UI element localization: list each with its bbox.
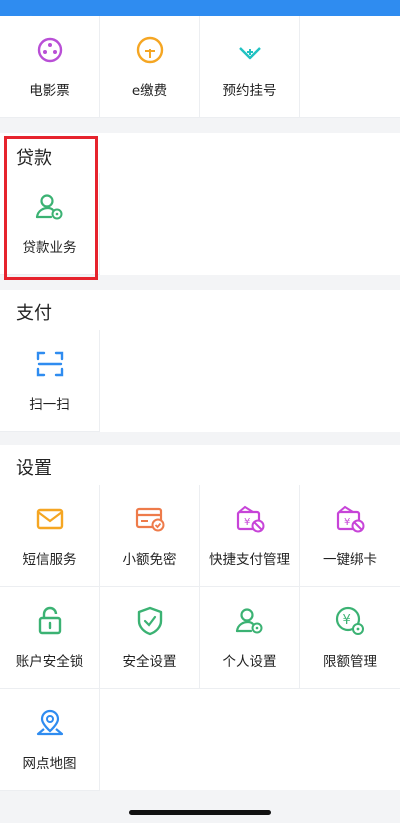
- wallet-block-icon: ¥: [236, 505, 265, 533]
- film-icon: [37, 37, 63, 63]
- grid-item-label: 电影票: [29, 83, 70, 99]
- grid-item-security-settings[interactable]: 安全设置: [100, 587, 200, 689]
- grid-item-label: 安全设置: [122, 654, 177, 670]
- highlight-box: [4, 136, 98, 280]
- grid-item-label: 扫一扫: [29, 397, 70, 413]
- medical-plus-icon: [239, 47, 261, 60]
- grid-item-branch-map[interactable]: 网点地图: [0, 689, 100, 791]
- map-pin-icon: [36, 709, 64, 736]
- grid-item-small-password-free[interactable]: 小额免密: [100, 485, 200, 587]
- envelope-icon: [36, 508, 64, 530]
- grid-item-label: e缴费: [131, 83, 168, 99]
- grid-item-quick-pay-manage[interactable]: ¥ 快捷支付管理: [200, 485, 300, 587]
- scan-icon: [36, 351, 64, 377]
- grid-item-scan[interactable]: 扫一扫: [0, 330, 100, 432]
- home-indicator[interactable]: [129, 810, 271, 815]
- grid-item-one-click-bind-card[interactable]: ¥ 一键绑卡: [300, 485, 400, 587]
- user-gear-icon: [235, 608, 263, 634]
- section-top-row: 电影票 e缴费 预约挂号: [0, 16, 400, 118]
- grid-item-label: 一键绑卡: [323, 552, 377, 568]
- grid-item-movie-ticket[interactable]: 电影票: [0, 16, 100, 118]
- grid-item-label: 小额免密: [122, 552, 177, 568]
- grid-item-sms-service[interactable]: 短信服务: [0, 485, 100, 587]
- svg-text:¥: ¥: [244, 517, 250, 528]
- shield-check-icon: [137, 606, 163, 636]
- card-check-icon: [135, 507, 165, 532]
- grid-item-label: 限额管理: [323, 654, 377, 670]
- lock-icon: [38, 606, 62, 635]
- grid-item-label: 预约挂号: [222, 83, 277, 99]
- grid-item-account-lock[interactable]: 账户安全锁: [0, 587, 100, 689]
- section-title-settings: 设置: [16, 458, 52, 479]
- grid-item-label: 个人设置: [222, 654, 277, 670]
- svg-text:¥: ¥: [343, 613, 351, 628]
- svg-text:¥: ¥: [344, 517, 350, 528]
- yuan-coin-icon: [136, 36, 164, 64]
- section-settings: 设置 短信服务 小额免密 ¥ 快捷支付管理 ¥ 一键绑卡 账户安全锁 安全设置 …: [0, 445, 400, 791]
- grid-item-appointment[interactable]: 预约挂号: [200, 16, 300, 118]
- section-title-pay: 支付: [16, 303, 52, 324]
- grid-item-e-payment[interactable]: e缴费: [100, 16, 200, 118]
- grid-item-label: 账户安全锁: [15, 654, 84, 670]
- section-pay: 支付 扫一扫: [0, 290, 400, 432]
- grid-item-label: 快捷支付管理: [209, 552, 290, 568]
- grid-item-personal-settings[interactable]: 个人设置: [200, 587, 300, 689]
- grid-empty-cell: [300, 16, 400, 118]
- grid-item-label: 网点地图: [22, 756, 77, 772]
- grid-item-limit-management[interactable]: ¥ 限额管理: [300, 587, 400, 689]
- grid-item-label: 短信服务: [22, 552, 77, 568]
- wallet-block-icon: ¥: [336, 505, 365, 533]
- yuan-gear-icon: ¥: [335, 606, 364, 635]
